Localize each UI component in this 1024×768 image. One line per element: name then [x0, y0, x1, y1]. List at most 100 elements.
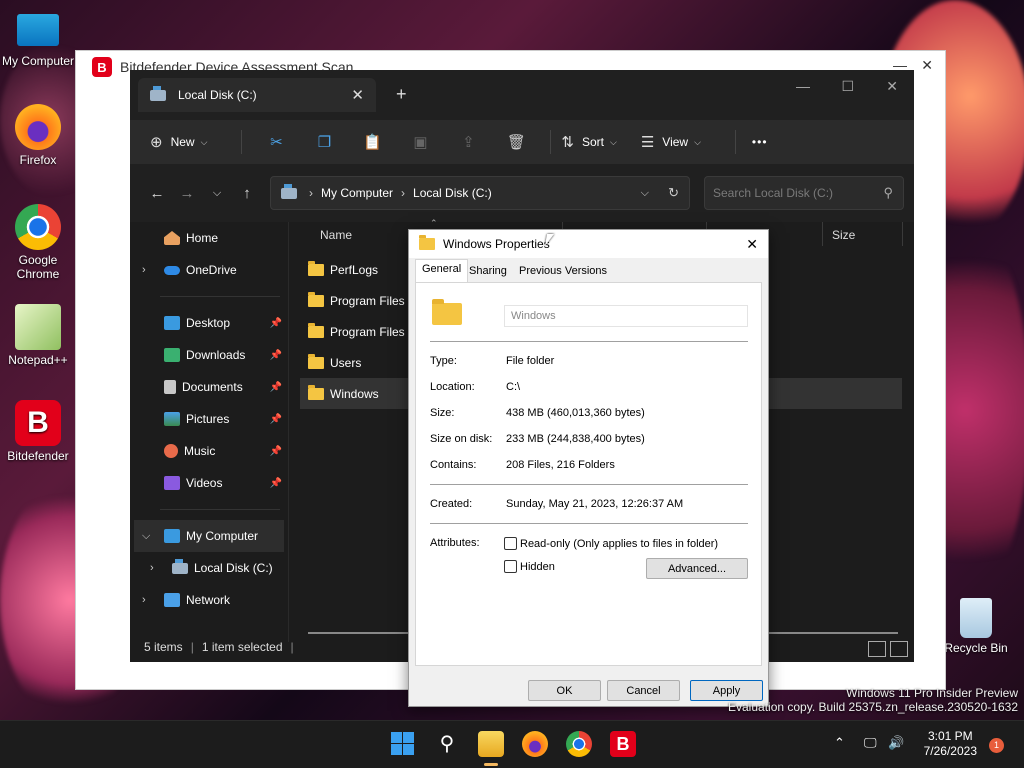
pane-splitter[interactable]: [288, 222, 289, 642]
readonly-checkbox[interactable]: [504, 537, 517, 550]
notepadpp-icon: [15, 304, 61, 350]
back-arrow-icon[interactable]: ←: [142, 185, 172, 202]
tab-close-button[interactable]: ✕: [351, 86, 364, 104]
rename-icon[interactable]: ▣: [396, 133, 444, 151]
search-input[interactable]: [713, 186, 873, 200]
share-icon[interactable]: ⇪: [444, 133, 492, 151]
nav-item-local-disk[interactable]: › Local Disk (C:): [130, 552, 288, 584]
address-bar[interactable]: › My Computer › Local Disk (C:) ⌵ ↻: [270, 176, 690, 210]
chrome-taskbar-icon[interactable]: [566, 731, 592, 757]
desktop-icon-firefox[interactable]: Firefox: [0, 104, 76, 167]
details-view-icon[interactable]: [868, 641, 886, 657]
nav-item-videos[interactable]: Videos 📌: [130, 467, 288, 499]
nav-divider: [160, 296, 280, 297]
more-options-button[interactable]: •••: [752, 135, 768, 149]
bitdefender-close-button[interactable]: ✕: [921, 57, 933, 74]
column-header-size[interactable]: Size: [832, 228, 855, 242]
breadcrumb-item-my-computer[interactable]: My Computer: [321, 186, 393, 200]
cancel-button[interactable]: Cancel: [607, 680, 680, 701]
nav-label: Home: [186, 231, 219, 245]
nav-item-pictures[interactable]: Pictures 📌: [130, 403, 288, 435]
delete-icon[interactable]: 🗑: [492, 133, 540, 151]
search-box[interactable]: ⚲: [704, 176, 904, 210]
start-button[interactable]: [390, 731, 416, 757]
desktop-icon: [164, 316, 180, 330]
status-divider: |: [290, 640, 294, 654]
nav-item-desktop[interactable]: Desktop 📌: [130, 307, 288, 339]
drive-icon: [281, 183, 297, 199]
breadcrumb-item-local-disk[interactable]: Local Disk (C:): [413, 186, 492, 200]
recent-locations-chevron-icon[interactable]: ⌵: [202, 187, 232, 200]
watermark-edition: Windows 11 Pro Insider Preview: [846, 686, 1018, 700]
pin-icon[interactable]: 📌: [270, 478, 282, 489]
chevron-up-icon[interactable]: ⌃: [834, 735, 845, 751]
expand-chevron-icon: ›: [150, 562, 154, 574]
property-label: Location:: [430, 381, 475, 393]
desktop-icon-my-computer[interactable]: My Computer: [0, 10, 76, 68]
desktop-icon-recycle-bin[interactable]: Recycle Bin: [938, 598, 1014, 655]
file-explorer-taskbar-icon[interactable]: [478, 731, 504, 757]
column-divider[interactable]: [902, 222, 903, 246]
readonly-label: Read-only (Only applies to files in fold…: [520, 538, 719, 550]
close-button[interactable]: ✕: [886, 78, 898, 95]
firefox-taskbar-icon[interactable]: [522, 731, 548, 757]
tab-general[interactable]: General: [415, 259, 469, 283]
paste-icon[interactable]: 📋: [348, 133, 396, 151]
pin-icon[interactable]: 📌: [270, 414, 282, 425]
sort-button[interactable]: ⇅ Sort ⌵: [561, 133, 616, 151]
maximize-button[interactable]: ☐: [841, 78, 854, 95]
explorer-toolbar: ⊕ New ⌵ ✂ ❐ 📋 ▣ ⇪ 🗑 ⇅ Sort ⌵ ☰ View ⌵ ••…: [130, 120, 914, 164]
status-selection-count: 1 item selected: [201, 640, 283, 654]
pin-icon[interactable]: 📌: [270, 382, 282, 393]
nav-item-downloads[interactable]: Downloads 📌: [130, 339, 288, 371]
tiles-view-icon[interactable]: [890, 641, 908, 657]
tab-sharing[interactable]: Sharing: [463, 262, 513, 282]
nav-item-music[interactable]: Music 📌: [130, 435, 288, 467]
explorer-tab[interactable]: Local Disk (C:) ✕: [138, 78, 376, 112]
cut-icon[interactable]: ✂: [252, 133, 300, 151]
address-dropdown-icon[interactable]: ⌵: [641, 187, 649, 200]
forward-arrow-icon[interactable]: →: [172, 185, 202, 202]
nav-label: Documents: [182, 380, 243, 394]
pin-icon[interactable]: 📌: [270, 350, 282, 361]
desktop-icon-bitdefender[interactable]: B Bitdefender: [0, 400, 76, 463]
clock[interactable]: 3:01 PM 7/26/2023: [924, 729, 977, 759]
nav-item-onedrive[interactable]: › OneDrive: [130, 254, 288, 286]
hidden-checkbox[interactable]: [504, 560, 517, 573]
nav-item-home[interactable]: Home: [130, 222, 288, 254]
network-tray-icon[interactable]: 🖵: [864, 735, 877, 751]
nav-item-network[interactable]: › Network: [130, 584, 288, 616]
advanced-button[interactable]: Advanced...: [646, 558, 748, 579]
property-value: File folder: [506, 355, 555, 367]
view-button[interactable]: ☰ View ⌵: [641, 133, 701, 151]
column-header-name[interactable]: Name: [320, 228, 352, 242]
desktop-icon-chrome[interactable]: Google Chrome: [0, 204, 76, 281]
search-taskbar-icon[interactable]: ⚲: [434, 731, 460, 757]
notification-badge[interactable]: 1: [989, 738, 1004, 753]
tab-previous-versions[interactable]: Previous Versions: [513, 262, 613, 282]
active-app-indicator: [484, 763, 498, 766]
pin-icon[interactable]: 📌: [270, 446, 282, 457]
chrome-icon: [15, 204, 61, 250]
new-button[interactable]: ⊕ New ⌵: [150, 133, 207, 151]
column-divider[interactable]: [822, 222, 823, 246]
minimize-button[interactable]: —: [796, 78, 810, 94]
property-value: C:\: [506, 381, 521, 393]
up-arrow-icon[interactable]: ↑: [232, 185, 262, 202]
properties-dialog: Windows Properties ✕ General Sharing Pre…: [408, 229, 769, 707]
nav-label: Videos: [186, 476, 223, 490]
properties-close-button[interactable]: ✕: [746, 236, 758, 253]
copy-icon[interactable]: ❐: [300, 133, 348, 151]
drive-icon: [150, 85, 166, 101]
folder-icon: [308, 353, 324, 369]
pin-icon[interactable]: 📌: [270, 318, 282, 329]
volume-icon[interactable]: 🔊: [888, 735, 904, 751]
new-tab-button[interactable]: +: [396, 84, 407, 105]
nav-item-documents[interactable]: Documents 📌: [130, 371, 288, 403]
desktop-icon-notepadpp[interactable]: Notepad++: [0, 304, 76, 367]
refresh-icon[interactable]: ↻: [668, 185, 679, 201]
folder-name-field[interactable]: [504, 305, 748, 327]
nav-item-my-computer[interactable]: ⌵ My Computer: [134, 520, 284, 552]
bitdefender-taskbar-icon[interactable]: B: [610, 731, 636, 757]
ok-button[interactable]: OK: [528, 680, 601, 701]
